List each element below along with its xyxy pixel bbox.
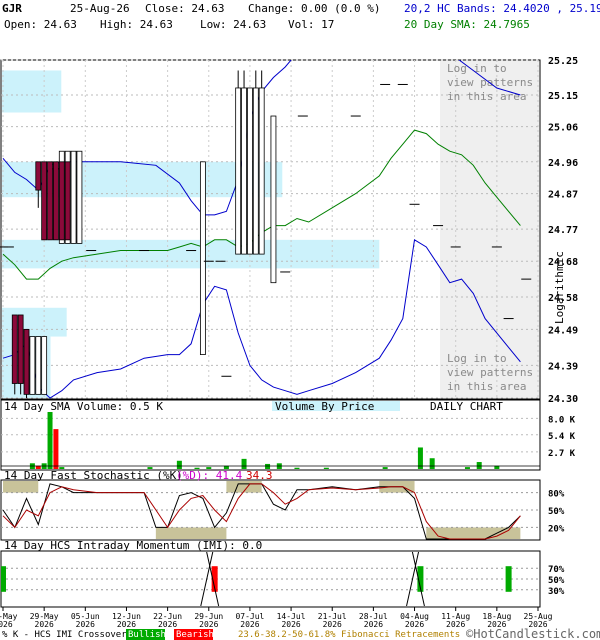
close-label: Close: 24.63	[145, 2, 224, 15]
price-tick-label: 24.49	[548, 325, 578, 336]
fib-label: 23.6-38.2-50-61.8% Fibonacci Retracement…	[238, 630, 460, 640]
candle	[35, 336, 42, 395]
pattern-locked-area	[440, 61, 539, 398]
date-label: 25-Aug-26	[70, 2, 130, 15]
bearish-candle	[47, 161, 53, 241]
legend-prefix: % K - HCS IMI Crossover,	[2, 630, 132, 640]
bearish-candle	[35, 161, 42, 191]
candle	[241, 87, 247, 255]
bands-label: 20,2 HC Bands: 24.4020 , 25.1974	[404, 2, 600, 15]
price-tick-label: 24.96	[548, 158, 578, 169]
bearish-candle	[58, 161, 65, 241]
momentum-tick-label: 50%	[548, 576, 565, 586]
stochastic-tick-label: 50%	[548, 507, 565, 517]
price-tick-label: 25.15	[548, 91, 578, 102]
volume-tick-label: 2.7 K	[548, 449, 576, 459]
price-tick-label: 24.87	[548, 190, 578, 201]
volume-bar	[176, 460, 182, 469]
bearish-candle	[41, 161, 48, 241]
date-tick-year: 2026	[240, 620, 259, 629]
bearish-label: Bearish	[176, 630, 214, 640]
volume-by-price-bar	[2, 307, 67, 337]
bearish-candle	[17, 314, 24, 384]
volume-bar	[476, 462, 482, 469]
date-tick-year: 2026	[117, 620, 136, 629]
price-tick-label: 25.06	[548, 123, 578, 134]
date-tick-year: 2026	[158, 620, 177, 629]
volume-bar	[323, 467, 329, 469]
volume-title: 14 Day SMA Volume: 0.5 K	[4, 400, 163, 413]
date-tick-year: 2026	[364, 620, 383, 629]
stochastic-d-label: (%D): 41.4	[176, 469, 243, 482]
bearish-candle	[23, 328, 30, 395]
stochastic-title: 14 Day Fast Stochastic (%K)	[4, 469, 183, 482]
bullish-label: Bullish	[128, 630, 166, 640]
bearish-candle	[64, 161, 71, 241]
bearish-candle	[11, 314, 18, 384]
stochastic-k-value: 34.3	[246, 469, 273, 482]
stochastic-tick-label: 80%	[548, 490, 565, 500]
momentum-marker	[505, 566, 512, 592]
price-tick-label: 24.77	[548, 225, 578, 236]
volume-by-price-label: Volume By Price	[275, 400, 374, 413]
volume-bar	[294, 467, 300, 469]
stock-chart: GJR 25-Aug-26 Close: 24.63 Change: 0.00 …	[0, 2, 600, 640]
sma-label: 20 Day SMA: 24.7965	[404, 18, 530, 31]
volume-by-price-bar	[2, 70, 62, 113]
price-axis: 24.3024.3924.4924.5824.6824.7724.8724.96…	[548, 56, 578, 405]
momentum-tick-label: 30%	[548, 587, 565, 597]
date-tick-year: 2026	[0, 620, 13, 629]
high-label: High: 24.63	[100, 18, 173, 31]
daily-chart-label: DAILY CHART	[430, 400, 503, 413]
volume-bar	[241, 458, 247, 469]
stochastic-tick-label: 20%	[548, 524, 565, 534]
candle	[41, 336, 48, 395]
price-tick-label: 25.25	[548, 56, 578, 67]
low-label: Low: 24.63	[200, 18, 266, 31]
candle	[76, 150, 83, 244]
momentum-tick-label: 70%	[548, 565, 565, 575]
open-label: Open: 24.63	[4, 18, 77, 31]
fib-zone	[3, 481, 39, 493]
candle	[199, 161, 206, 355]
locked-note-bottom-3: in this area	[447, 380, 526, 393]
candle	[252, 87, 259, 255]
vol-label: Vol: 17	[288, 18, 334, 31]
volume-bar	[47, 412, 53, 469]
price-tick-label: 24.39	[548, 361, 578, 372]
price-tick-label: 24.30	[548, 394, 578, 405]
volume-bar	[53, 429, 59, 469]
date-tick-year: 2026	[446, 620, 465, 629]
volume-bar	[382, 467, 388, 469]
change-label: Change: 0.00 (0.0 %)	[248, 2, 380, 15]
date-tick-year: 2026	[76, 620, 95, 629]
candle	[270, 115, 277, 284]
date-tick-year: 2026	[199, 620, 218, 629]
volume-tick-label: 5.4 K	[548, 432, 576, 442]
volume-tick-label: 8.0 K	[548, 415, 576, 425]
candle	[235, 87, 242, 255]
date-tick-year: 2026	[405, 620, 424, 629]
volume-bar	[429, 458, 435, 469]
candle	[247, 87, 253, 255]
momentum-title: 14 Day HCS Intraday Momentum (IMI): 0.0	[4, 539, 262, 552]
fib-zone	[426, 527, 521, 539]
volume-by-price-bar	[2, 239, 380, 269]
candle	[70, 150, 77, 244]
volume-bar	[464, 467, 470, 469]
locked-note-bottom-1: Log in to	[447, 352, 507, 365]
locked-note-top-3: in this area	[447, 90, 526, 103]
log-axis-label: Logarithmic	[553, 251, 566, 324]
date-tick-year: 2026	[323, 620, 342, 629]
bearish-candle	[53, 161, 59, 241]
locked-note-bottom-2: view patterns	[447, 366, 533, 379]
candle	[29, 336, 36, 395]
symbol-label: GJR	[2, 2, 22, 15]
candle	[258, 87, 265, 255]
date-tick-year: 2026	[35, 620, 54, 629]
copyright: ©HotCandlestick.com	[466, 627, 600, 640]
date-axis: 22-May202629-May202605-Jun202612-Jun2026…	[0, 607, 553, 629]
fib-zone	[155, 527, 180, 539]
date-tick-year: 2026	[281, 620, 300, 629]
